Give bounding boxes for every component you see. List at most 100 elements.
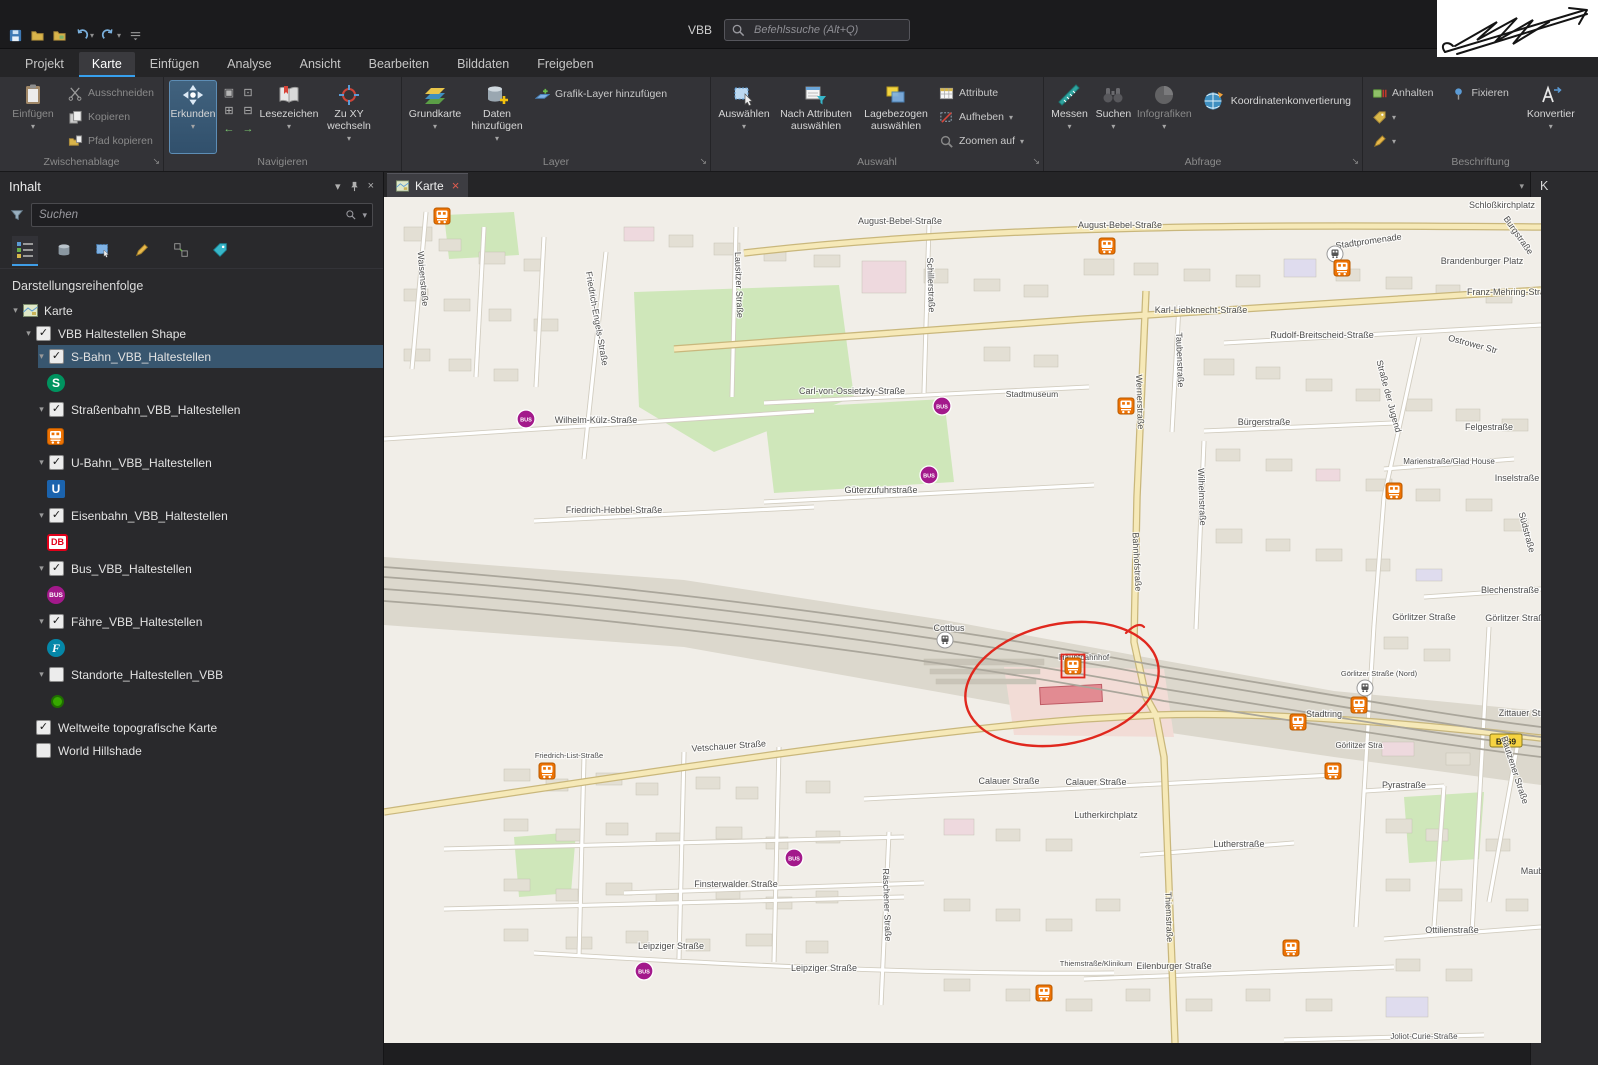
search-options-icon[interactable]: ▾ xyxy=(362,210,367,221)
tram-stop-icon[interactable] xyxy=(1282,939,1300,957)
select-by-attributes-button[interactable]: Nach Attributen auswählen xyxy=(775,80,857,154)
legend-db[interactable]: DB xyxy=(0,527,383,557)
label-edit-button[interactable]: ▾ xyxy=(1368,130,1513,152)
layer-checkbox[interactable]: ✓ xyxy=(49,455,64,470)
layer-checkbox[interactable]: ✓ xyxy=(49,508,64,523)
legend-standorte[interactable] xyxy=(0,686,383,716)
layer-checkbox[interactable]: ✓ xyxy=(49,349,64,364)
go-to-xy-button[interactable]: Zu XY wechseln ▾ xyxy=(321,80,377,154)
convert-labels-button[interactable]: Konvertier ▾ xyxy=(1524,80,1578,154)
attributes-button[interactable]: Attribute xyxy=(935,82,1028,104)
layer-item[interactable]: ▾ ✓ U-Bahn_VBB_Haltestellen xyxy=(0,451,383,474)
close-icon[interactable]: × xyxy=(452,179,460,192)
layer-checkbox[interactable] xyxy=(49,667,64,682)
layer-checkbox[interactable]: ✓ xyxy=(36,326,51,341)
ribbon-tab-freigeben[interactable]: Freigeben xyxy=(524,52,606,77)
filter-icon[interactable] xyxy=(10,208,24,222)
measure-button[interactable]: Messen ▾ xyxy=(1049,80,1090,154)
station-stop-icon[interactable] xyxy=(1356,679,1374,697)
ribbon-tab-bilddaten[interactable]: Bilddaten xyxy=(444,52,522,77)
map-view-tab[interactable]: Karte × xyxy=(387,173,469,197)
tram-stop-icon[interactable] xyxy=(1333,259,1351,277)
pin-icon[interactable] xyxy=(349,181,360,192)
zoom-out-icon[interactable]: ⊟ xyxy=(239,102,257,119)
list-by-selection-icon[interactable] xyxy=(90,236,116,266)
add-graphics-layer-button[interactable]: Grafik-Layer hinzufügen xyxy=(531,83,671,105)
full-extent-icon[interactable]: ▣ xyxy=(220,84,238,101)
paste-button[interactable]: Einfügen ▾ xyxy=(5,80,61,154)
select-button[interactable]: Auswählen ▾ xyxy=(716,80,772,154)
layer-item[interactable]: ▾ Standorte_Haltestellen_VBB xyxy=(0,663,383,686)
list-by-editing-icon[interactable] xyxy=(129,236,155,266)
copy-button[interactable]: Kopieren xyxy=(64,106,158,128)
tram-stop-icon[interactable] xyxy=(1385,482,1403,500)
pane-menu-icon[interactable]: ▾ xyxy=(335,180,341,193)
zoom-to-selection-button[interactable]: Zoomen auf ▾ xyxy=(935,130,1028,152)
layer-item[interactable]: ▾ Karte xyxy=(0,299,383,322)
legend-sbahn[interactable]: S xyxy=(0,368,383,398)
tram-stop-icon[interactable] xyxy=(538,762,556,780)
label-style-button[interactable]: ▾ xyxy=(1368,106,1513,128)
list-by-labeling-icon[interactable] xyxy=(207,236,233,266)
tram-stop-icon[interactable] xyxy=(1350,696,1368,714)
tram-stop-icon[interactable] xyxy=(1117,397,1135,415)
explore-button[interactable]: Erkunden ▾ xyxy=(169,80,217,154)
dialog-launcher-icon[interactable]: ↘ xyxy=(699,153,707,169)
bus-stop-icon[interactable]: BUS xyxy=(932,396,952,416)
expand-arrow[interactable]: ▾ xyxy=(34,669,49,680)
zoom-in-icon[interactable]: ⊞ xyxy=(220,102,238,119)
tram-stop-icon[interactable] xyxy=(1289,713,1307,731)
select-by-location-button[interactable]: Lagebezogen auswählen xyxy=(860,80,932,154)
expand-arrow[interactable]: ▾ xyxy=(34,616,49,627)
map-viewport[interactable]: Schloßkirchplatz August-Bebel-Straße Augus… xyxy=(384,197,1541,1043)
legend-tram[interactable] xyxy=(0,421,383,451)
dialog-launcher-icon[interactable]: ↘ xyxy=(1351,153,1359,169)
expand-arrow[interactable]: ▾ xyxy=(34,563,49,574)
customize-toolbar-icon[interactable] xyxy=(128,28,143,43)
legend-bus[interactable]: BUS xyxy=(0,580,383,610)
redo-icon[interactable]: ▾ xyxy=(101,28,121,43)
layer-item[interactable]: ▾ ✓ S-Bahn_VBB_Haltestellen xyxy=(0,345,383,368)
legend-ubahn[interactable]: U xyxy=(0,474,383,504)
legend-faehre[interactable]: F xyxy=(0,633,383,663)
bus-stop-icon[interactable]: BUS xyxy=(784,848,804,868)
layer-item[interactable]: ▾ ✓ Bus_VBB_Haltestellen xyxy=(0,557,383,580)
ribbon-tab-projekt[interactable]: Projekt xyxy=(12,52,77,77)
dialog-launcher-icon[interactable]: ↘ xyxy=(152,153,160,169)
layer-item[interactable]: ▾ ✓ Eisenbahn_VBB_Haltestellen xyxy=(0,504,383,527)
tab-overflow-icon[interactable]: ▾ xyxy=(1519,181,1524,192)
command-search[interactable] xyxy=(724,19,911,41)
infographics-button[interactable]: Infografiken ▾ xyxy=(1137,80,1192,154)
undo-icon[interactable]: ▾ xyxy=(74,28,94,43)
expand-arrow[interactable]: ▾ xyxy=(34,510,49,521)
tram-stop-icon[interactable] xyxy=(1324,762,1342,780)
command-search-input[interactable] xyxy=(752,23,904,37)
expand-arrow[interactable]: ▾ xyxy=(8,305,23,316)
new-project-icon[interactable] xyxy=(52,28,67,43)
layer-item[interactable]: ✓ Weltweite topografische Karte xyxy=(0,716,383,739)
layer-checkbox[interactable]: ✓ xyxy=(49,402,64,417)
bus-stop-icon[interactable]: BUS xyxy=(634,961,654,981)
layer-checkbox[interactable]: ✓ xyxy=(49,561,64,576)
layer-item[interactable]: ▾ ✓ VBB Haltestellen Shape xyxy=(0,322,383,345)
expand-arrow[interactable]: ▾ xyxy=(34,404,49,415)
cut-button[interactable]: Ausschneiden xyxy=(64,82,158,104)
ribbon-tab-einfügen[interactable]: Einfügen xyxy=(137,52,212,77)
expand-arrow[interactable]: ▾ xyxy=(21,328,36,339)
dialog-launcher-icon[interactable]: ↘ xyxy=(1032,153,1040,169)
open-project-icon[interactable] xyxy=(30,28,45,43)
tram-stop-icon[interactable] xyxy=(1035,984,1053,1002)
layer-item[interactable]: World Hillshade xyxy=(0,739,383,762)
ribbon-tab-analyse[interactable]: Analyse xyxy=(214,52,284,77)
layer-checkbox[interactable]: ✓ xyxy=(36,720,51,735)
lock-labels-button[interactable]: Fixieren xyxy=(1447,82,1512,104)
map-canvas[interactable]: Schloßkirchplatz August-Bebel-Straße Augus… xyxy=(384,197,1541,1043)
bookmarks-button[interactable]: Lesezeichen ▾ xyxy=(260,80,318,154)
bus-stop-icon[interactable]: BUS xyxy=(516,409,536,429)
layer-item[interactable]: ▾ ✓ Straßenbahn_VBB_Haltestellen xyxy=(0,398,383,421)
layer-item[interactable]: ▾ ✓ Fähre_VBB_Haltestellen xyxy=(0,610,383,633)
close-icon[interactable]: × xyxy=(368,180,374,192)
basemap-button[interactable]: Grundkarte ▾ xyxy=(407,80,463,154)
layer-checkbox[interactable] xyxy=(36,743,51,758)
bus-stop-icon[interactable]: BUS xyxy=(919,465,939,485)
